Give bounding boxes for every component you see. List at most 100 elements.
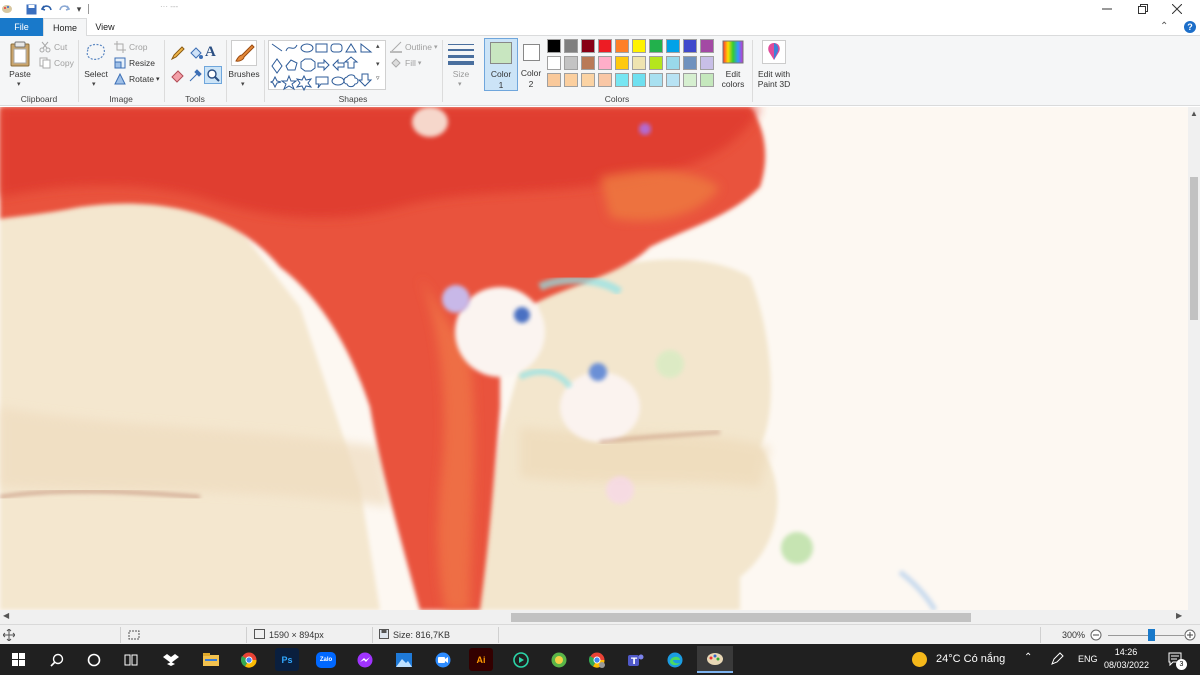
game-icon[interactable] (546, 648, 572, 671)
minimize-button[interactable] (1090, 0, 1124, 18)
palette-swatch[interactable] (564, 73, 578, 87)
palette-swatch[interactable] (683, 56, 697, 70)
restore-button[interactable] (1126, 0, 1160, 18)
palette-swatch[interactable] (632, 39, 646, 53)
outline-button[interactable]: Outline ▾ (390, 40, 437, 54)
horizontal-scrollbar[interactable]: ◀ ▶ (0, 610, 1188, 624)
chrome-icon[interactable] (236, 648, 262, 671)
weather-text[interactable]: 24°C Có nắng (936, 653, 1005, 665)
palette-swatch[interactable] (632, 56, 646, 70)
crop-button[interactable]: Crop (114, 40, 147, 54)
vertical-scroll-thumb[interactable] (1190, 177, 1198, 320)
tab-file[interactable]: File (0, 18, 43, 36)
palette-swatch[interactable] (632, 73, 646, 87)
file-explorer-icon[interactable] (198, 648, 224, 671)
palette-swatch[interactable] (615, 73, 629, 87)
color-picker-icon[interactable] (188, 67, 204, 83)
palette-swatch[interactable] (598, 73, 612, 87)
shapes-gallery-icons[interactable] (269, 41, 387, 92)
brushes-button[interactable]: Brushes (228, 69, 260, 79)
clock-time[interactable]: 14:26 (1104, 647, 1148, 657)
fill-bucket-icon[interactable] (188, 45, 204, 61)
pen-workspace-icon[interactable] (1050, 652, 1064, 668)
messenger-icon[interactable] (352, 648, 378, 671)
size-icon[interactable] (448, 42, 474, 66)
palette-swatch[interactable] (683, 73, 697, 87)
palette-swatch[interactable] (649, 56, 663, 70)
palette-swatch[interactable] (564, 39, 578, 53)
app-icon[interactable] (508, 648, 534, 671)
zoomed-painting[interactable] (0, 107, 1188, 610)
palette-swatch[interactable] (581, 73, 595, 87)
resize-button[interactable]: Resize (114, 56, 155, 70)
palette-swatch[interactable] (598, 39, 612, 53)
windows-start-icon[interactable] (6, 648, 32, 671)
customize-quick-access-icon[interactable]: ▾ (72, 2, 86, 16)
paste-dropdown-icon[interactable]: ▾ (17, 80, 21, 88)
shapes-more-icon[interactable]: ▿ (376, 74, 380, 82)
palette-swatch[interactable] (649, 39, 663, 53)
palette-swatch[interactable] (615, 39, 629, 53)
cut-button[interactable]: Cut (39, 40, 67, 54)
scroll-up-icon[interactable]: ▲ (1190, 109, 1198, 118)
close-button[interactable] (1160, 0, 1194, 18)
paste-icon[interactable] (8, 40, 32, 68)
palette-swatch[interactable] (666, 73, 680, 87)
canvas[interactable] (0, 107, 1188, 610)
zoom-meetings-icon[interactable] (430, 648, 456, 671)
rotate-button[interactable]: Rotate ▾ (114, 72, 160, 86)
pencil-icon[interactable] (170, 45, 186, 61)
edge-icon[interactable] (662, 648, 688, 671)
horizontal-scroll-thumb[interactable] (511, 613, 971, 622)
brushes-icon[interactable] (231, 40, 257, 66)
edit-colors-button[interactable]: Edit colors (716, 69, 750, 89)
palette-swatch[interactable] (700, 39, 714, 53)
palette-swatch[interactable] (564, 56, 578, 70)
select-icon[interactable] (84, 41, 108, 65)
paste-button[interactable]: Paste (4, 69, 36, 79)
edit-colors-icon[interactable] (722, 40, 744, 64)
search-icon[interactable] (44, 648, 70, 671)
undo-icon[interactable] (40, 2, 54, 16)
text-tool-icon[interactable]: A (205, 44, 221, 60)
edit-with-paint3d-button[interactable]: Edit with Paint 3D (754, 69, 794, 89)
chrome-profile-icon[interactable] (584, 648, 610, 671)
palette-swatch[interactable] (581, 39, 595, 53)
zoom-out-button[interactable] (1090, 628, 1102, 642)
help-icon[interactable]: ? (1184, 21, 1196, 33)
weather-sun-icon[interactable] (912, 652, 927, 667)
palette-swatch[interactable] (700, 73, 714, 87)
shapes-scroll-down-icon[interactable]: ▾ (376, 60, 380, 68)
zoom-in-button[interactable] (1184, 628, 1196, 642)
color1-button[interactable]: Color 1 (484, 38, 518, 91)
tab-view[interactable]: View (87, 18, 123, 36)
zalo-icon[interactable]: Zalo (314, 648, 338, 671)
redo-icon[interactable] (57, 2, 71, 16)
select-dropdown-icon[interactable]: ▾ (92, 80, 96, 88)
paint3d-icon[interactable] (762, 40, 786, 64)
palette-swatch[interactable] (700, 56, 714, 70)
magnifier-icon[interactable] (204, 66, 222, 84)
size-dropdown-icon[interactable]: ▾ (458, 80, 462, 88)
palette-swatch[interactable] (581, 56, 595, 70)
dropbox-icon[interactable] (158, 648, 184, 671)
size-button[interactable]: Size (446, 69, 476, 79)
tab-home[interactable]: Home (43, 18, 87, 37)
palette-swatch[interactable] (615, 56, 629, 70)
collapse-ribbon-icon[interactable]: ⌃ (1160, 21, 1172, 33)
palette-swatch[interactable] (547, 39, 561, 53)
photoshop-icon[interactable]: Ps (275, 648, 299, 671)
photos-icon[interactable] (391, 648, 417, 671)
color2-button[interactable]: Color 2 (520, 38, 544, 91)
scroll-left-icon[interactable]: ◀ (3, 611, 9, 620)
teams-icon[interactable]: T (622, 648, 648, 671)
palette-swatch[interactable] (547, 56, 561, 70)
shapes-gallery[interactable] (268, 40, 387, 92)
copy-button[interactable]: Copy (39, 56, 74, 70)
language-indicator[interactable]: ENG (1078, 654, 1098, 664)
shapes-scroll-up-icon[interactable]: ▴ (376, 42, 380, 50)
palette-swatch[interactable] (547, 73, 561, 87)
select-button[interactable]: Select (81, 69, 111, 79)
palette-swatch[interactable] (683, 39, 697, 53)
palette-swatch[interactable] (598, 56, 612, 70)
